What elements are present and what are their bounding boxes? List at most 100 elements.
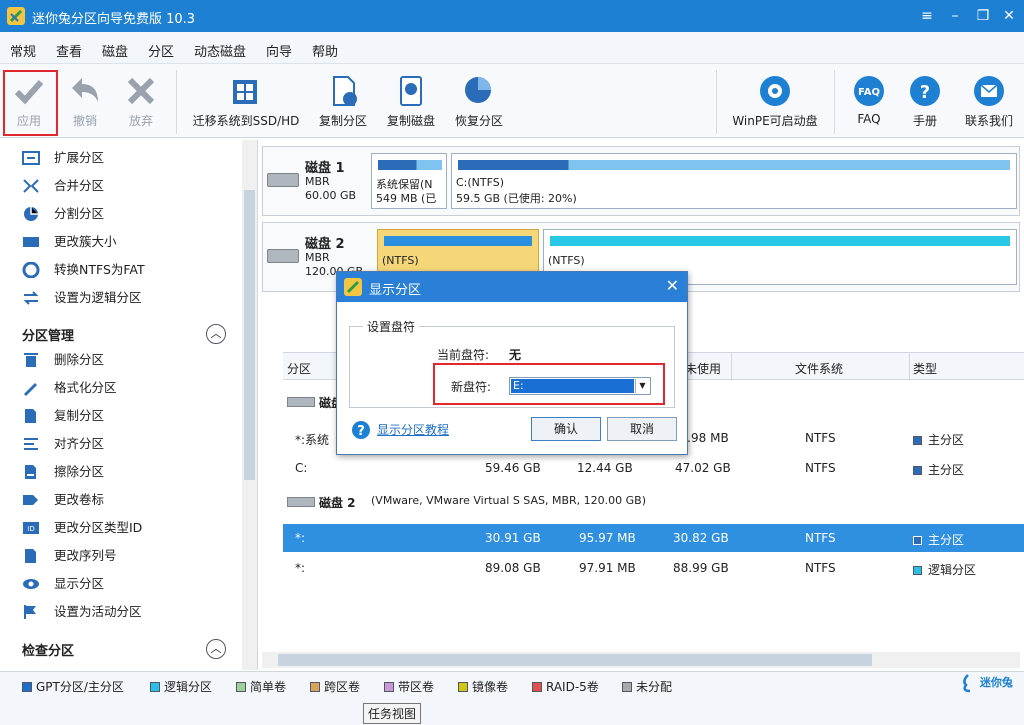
col-type[interactable]: 类型 bbox=[913, 360, 937, 377]
bootable-disc-icon bbox=[760, 76, 790, 106]
legend-swatch bbox=[22, 682, 32, 692]
x-icon bbox=[127, 77, 155, 105]
disk-partition-block[interactable]: C:(NTFS) 59.5 GB (已使用: 20%) bbox=[451, 153, 1017, 209]
legend-item: GPT分区/主分区 bbox=[22, 678, 124, 695]
copy-disk-button[interactable]: 复制磁盘 bbox=[382, 68, 440, 136]
apply-highlight-box bbox=[3, 70, 58, 136]
usage-bar bbox=[384, 236, 532, 246]
collapse-chevron-icon[interactable]: ︿ bbox=[206, 324, 226, 344]
wipe-icon bbox=[25, 465, 36, 479]
menu-dynamic-disk[interactable]: 动态磁盘 bbox=[194, 41, 246, 60]
column-divider bbox=[731, 353, 732, 381]
disk-name: 磁盘 2 bbox=[305, 237, 345, 252]
table-row[interactable]: C: 59.46 GB 12.44 GB 47.02 GB NTFS 主分区 bbox=[283, 454, 1024, 482]
svg-text:?: ? bbox=[357, 424, 365, 439]
column-divider bbox=[909, 353, 910, 381]
legend-bar: GPT分区/主分区 逻辑分区 简单卷 跨区卷 带区卷 镜像卷 RAID-5卷 未… bbox=[0, 671, 1024, 725]
table-row-selected[interactable]: *: 30.91 GB 95.97 MB 30.82 GB NTFS 主分区 bbox=[283, 524, 1024, 552]
hard-disk-icon bbox=[287, 397, 315, 407]
legend-swatch bbox=[458, 682, 468, 692]
contact-button[interactable]: 联系我们 bbox=[960, 68, 1018, 136]
restore-icon[interactable]: ❐ bbox=[970, 4, 996, 28]
recover-partition-button[interactable]: 恢复分区 bbox=[450, 68, 508, 136]
disk-type: MBR bbox=[305, 251, 330, 264]
pencil-icon bbox=[24, 383, 37, 396]
tooltip: 任务视图 bbox=[363, 703, 422, 724]
menu-general[interactable]: 常规 bbox=[10, 41, 36, 60]
menu-help[interactable]: 帮助 bbox=[312, 41, 338, 60]
sidebar-scroll-thumb[interactable] bbox=[244, 190, 255, 480]
usage-bar bbox=[550, 236, 1010, 246]
disk-type: MBR bbox=[305, 175, 330, 188]
col-partition[interactable]: 分区 bbox=[287, 360, 311, 377]
faq-icon: FAQ bbox=[854, 76, 884, 106]
undo-icon bbox=[72, 78, 98, 102]
disk-name: 磁盘 1 bbox=[305, 161, 345, 176]
legend-item: 简单卷 bbox=[236, 678, 286, 695]
ok-button[interactable]: 确认 bbox=[531, 417, 601, 441]
copy-disk-icon bbox=[400, 76, 422, 106]
serial-icon bbox=[25, 549, 36, 563]
section-check-partition: 检查分区 bbox=[22, 644, 75, 659]
faq-button[interactable]: FAQ FAQ bbox=[848, 68, 890, 136]
menu-wizard[interactable]: 向导 bbox=[266, 41, 292, 60]
title-bar: 迷你兔分区向导免费版 10.3 ≡ – ❐ ✕ bbox=[0, 0, 1024, 32]
table-row[interactable]: *: 89.08 GB 97.91 MB 88.99 GB NTFS 逻辑分区 bbox=[283, 554, 1024, 582]
sidebar: 扩展分区 合并分区 分割分区 更改簇大小 转换NTFS为FAT 设置为逻辑分区 … bbox=[0, 140, 258, 670]
legend-item: 镜像卷 bbox=[458, 678, 508, 695]
minimize-icon[interactable]: – bbox=[942, 4, 968, 28]
col-filesystem[interactable]: 文件系统 bbox=[795, 360, 843, 377]
eye-icon bbox=[23, 579, 39, 589]
copy-icon bbox=[25, 409, 36, 423]
tag-icon bbox=[23, 495, 38, 505]
dialog-close-icon[interactable]: ✕ bbox=[666, 276, 679, 295]
migrate-os-button[interactable]: 迁移系统到SSD/HD bbox=[190, 68, 302, 136]
copy-partition-button[interactable]: 复制分区 bbox=[314, 68, 372, 136]
undo-button[interactable]: 撤销 bbox=[62, 68, 108, 136]
recover-partition-icon bbox=[465, 77, 491, 103]
toolbar-separator bbox=[834, 70, 835, 134]
manual-button[interactable]: ? 手册 bbox=[904, 68, 946, 136]
svg-text:?: ? bbox=[920, 82, 930, 103]
toolbar-separator bbox=[176, 70, 177, 134]
svg-text:FAQ: FAQ bbox=[858, 87, 880, 98]
mail-icon bbox=[974, 76, 1004, 106]
legend-item: 带区卷 bbox=[384, 678, 434, 695]
help-icon: ? bbox=[910, 76, 940, 106]
collapse-chevron-icon[interactable]: ︿ bbox=[206, 639, 226, 659]
horizontal-scroll-thumb[interactable] bbox=[278, 654, 872, 666]
legend-swatch bbox=[310, 682, 320, 692]
current-letter-label: 当前盘符: bbox=[437, 348, 490, 362]
window-title: 迷你兔分区向导免费版 10.3 bbox=[32, 12, 196, 27]
cancel-button[interactable]: 取消 bbox=[607, 417, 677, 441]
menu-view[interactable]: 查看 bbox=[56, 41, 82, 60]
legend-swatch bbox=[622, 682, 632, 692]
menu-partition[interactable]: 分区 bbox=[148, 41, 174, 60]
rabbit-logo-icon bbox=[963, 674, 971, 693]
usage-bar bbox=[378, 160, 442, 170]
current-letter-value: 无 bbox=[509, 348, 522, 362]
type-swatch bbox=[913, 566, 922, 575]
menu-disk[interactable]: 磁盘 bbox=[102, 41, 128, 60]
close-icon[interactable]: ✕ bbox=[996, 4, 1022, 28]
cluster-size-icon bbox=[23, 237, 39, 247]
disk-2-group-row[interactable]: 磁盘 2 (VMware, VMware Virtual S SAS, MBR,… bbox=[283, 488, 1024, 516]
legend-swatch bbox=[150, 682, 160, 692]
menu-icon[interactable]: ≡ bbox=[914, 4, 940, 28]
discard-button[interactable]: 放弃 bbox=[118, 68, 164, 136]
menu-bar: 常规 查看 磁盘 分区 动态磁盘 向导 帮助 bbox=[0, 32, 1024, 64]
winpe-button[interactable]: WinPE可启动盘 bbox=[728, 68, 822, 136]
trash-icon bbox=[24, 353, 38, 367]
dialog-title: 显示分区 bbox=[369, 283, 422, 298]
type-swatch bbox=[913, 436, 922, 445]
dialog-title-bar: 显示分区 ✕ bbox=[337, 272, 687, 302]
disk-1-map[interactable]: 磁盘 1 MBR 60.00 GB 系统保留(N 549 MB (已 C:(NT… bbox=[262, 146, 1020, 216]
align-icon bbox=[24, 438, 38, 450]
help-icon[interactable]: ? bbox=[351, 420, 371, 440]
convert-icon bbox=[22, 262, 40, 278]
legend-item: 逻辑分区 bbox=[150, 678, 212, 695]
col-unused[interactable]: 未使用 bbox=[685, 360, 721, 377]
disk-partition-block[interactable]: 系统保留(N 549 MB (已 bbox=[371, 153, 447, 209]
disk-size: 60.00 GB bbox=[305, 189, 357, 202]
tutorial-link[interactable]: 显示分区教程 bbox=[377, 421, 449, 438]
